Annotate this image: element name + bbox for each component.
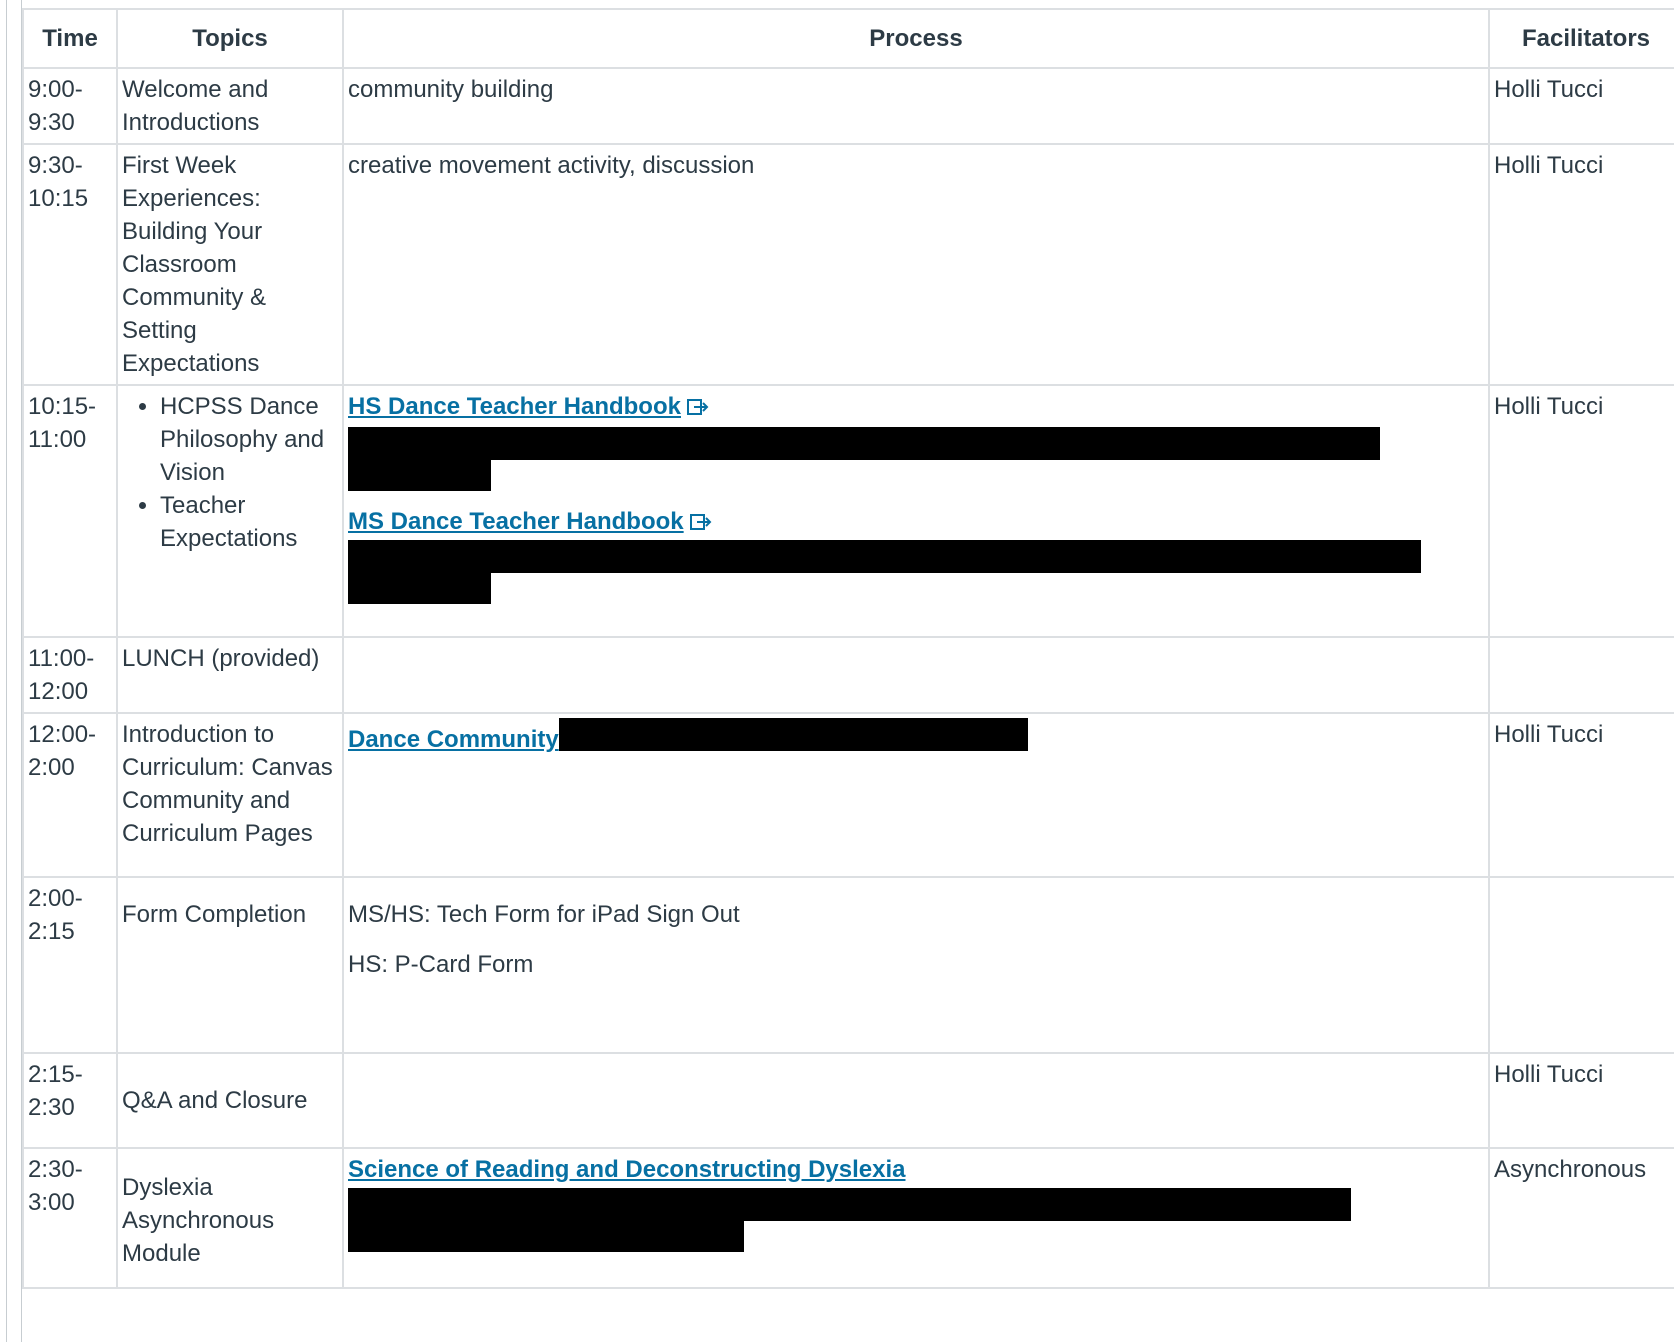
- cell-topic: Dyslexia Asynchronous Module: [116, 1147, 344, 1289]
- table-row: 2:30-3:00 Dyslexia Asynchronous Module S…: [22, 1147, 1674, 1289]
- cell-facilitator: Holli Tucci: [1488, 143, 1674, 386]
- process-line: HS: P-Card Form: [348, 951, 534, 978]
- cell-facilitator: Asynchronous: [1488, 1147, 1674, 1289]
- ms-handbook-link[interactable]: MS Dance Teacher Handbook: [348, 508, 684, 535]
- cell-time: 10:15-11:00: [22, 384, 118, 638]
- cell-time: 9:30-10:15: [22, 143, 118, 386]
- topic-text: Q&A and Closure: [122, 1087, 308, 1114]
- cell-topic: Welcome and Introductions: [116, 67, 344, 145]
- table-row: 2:00-2:15 Form Completion MS/HS: Tech Fo…: [22, 876, 1674, 1054]
- list-item: Teacher Expectations: [160, 489, 338, 555]
- cell-facilitator: Holli Tucci: [1488, 384, 1674, 638]
- cell-process: Dance Community: [342, 712, 1490, 878]
- redacted-block: [348, 540, 1421, 573]
- cell-process: [342, 1052, 1490, 1149]
- header-process: Process: [342, 8, 1490, 69]
- table-row: 10:15-11:00 HCPSS Dance Philosophy and V…: [22, 384, 1674, 638]
- dance-community-link[interactable]: Dance Community: [348, 726, 559, 753]
- list-item: HCPSS Dance Philosophy and Vision: [160, 390, 338, 489]
- cell-process: MS/HS: Tech Form for iPad Sign Out HS: P…: [342, 876, 1490, 1054]
- cell-topic: Form Completion: [116, 876, 344, 1054]
- cell-facilitator: [1488, 876, 1674, 1054]
- header-time: Time: [22, 8, 118, 69]
- science-of-reading-link[interactable]: Science of Reading and Deconstructing Dy…: [348, 1156, 905, 1183]
- redacted-block: [348, 1188, 1351, 1221]
- cell-process: Science of Reading and Deconstructing Dy…: [342, 1147, 1490, 1289]
- header-topics: Topics: [116, 8, 344, 69]
- cell-facilitator: Holli Tucci: [1488, 67, 1674, 145]
- cell-topic: LUNCH (provided): [116, 636, 344, 714]
- redacted-block: [348, 1221, 744, 1252]
- cell-process: HS Dance Teacher Handbook MS Dance Teach…: [342, 384, 1490, 638]
- cell-facilitator: Holli Tucci: [1488, 712, 1674, 878]
- table-row: 9:30-10:15 First Week Experiences: Build…: [22, 143, 1674, 386]
- process-line: MS/HS: Tech Form for iPad Sign Out: [348, 901, 740, 928]
- cell-time: 2:15-2:30: [22, 1052, 118, 1149]
- table-header-row: Time Topics Process Facilitators: [22, 8, 1674, 69]
- redacted-block: [348, 573, 491, 604]
- cell-time: 2:00-2:15: [22, 876, 118, 1054]
- page-left-rule: [6, 0, 7, 1342]
- cell-time: 2:30-3:00: [22, 1147, 118, 1289]
- table-row: 9:00-9:30 Welcome and Introductions comm…: [22, 67, 1674, 145]
- cell-facilitator: Holli Tucci: [1488, 1052, 1674, 1149]
- header-facilitators: Facilitators: [1488, 8, 1674, 69]
- cell-time: 12:00-2:00: [22, 712, 118, 878]
- topic-text: Form Completion: [122, 901, 307, 928]
- redacted-block: [348, 427, 1380, 460]
- table-row: 2:15-2:30 Q&A and Closure Holli Tucci: [22, 1052, 1674, 1149]
- topic-text: Dyslexia Asynchronous Module: [122, 1174, 275, 1267]
- cell-time: 9:00-9:30: [22, 67, 118, 145]
- cell-topic: Introduction to Curriculum: Canvas Commu…: [116, 712, 344, 878]
- external-link-icon: [689, 507, 712, 530]
- cell-time: 11:00-12:00: [22, 636, 118, 714]
- table-row: 12:00-2:00 Introduction to Curriculum: C…: [22, 712, 1674, 878]
- redacted-block: [558, 718, 1028, 751]
- redacted-block: [348, 460, 491, 491]
- cell-process: creative movement activity, discussion: [342, 143, 1490, 386]
- cell-process: community building: [342, 67, 1490, 145]
- table-row: 11:00-12:00 LUNCH (provided): [22, 636, 1674, 714]
- cell-topic: First Week Experiences: Building Your Cl…: [116, 143, 344, 386]
- topic-list: HCPSS Dance Philosophy and Vision Teache…: [122, 390, 338, 555]
- cell-topic: Q&A and Closure: [116, 1052, 344, 1149]
- schedule-table: Time Topics Process Facilitators 9:00-9:…: [22, 8, 1674, 1289]
- cell-topic: HCPSS Dance Philosophy and Vision Teache…: [116, 384, 344, 638]
- hs-handbook-link[interactable]: HS Dance Teacher Handbook: [348, 393, 681, 420]
- cell-process: [342, 636, 1490, 714]
- external-link-icon: [686, 392, 709, 415]
- cell-facilitator: [1488, 636, 1674, 714]
